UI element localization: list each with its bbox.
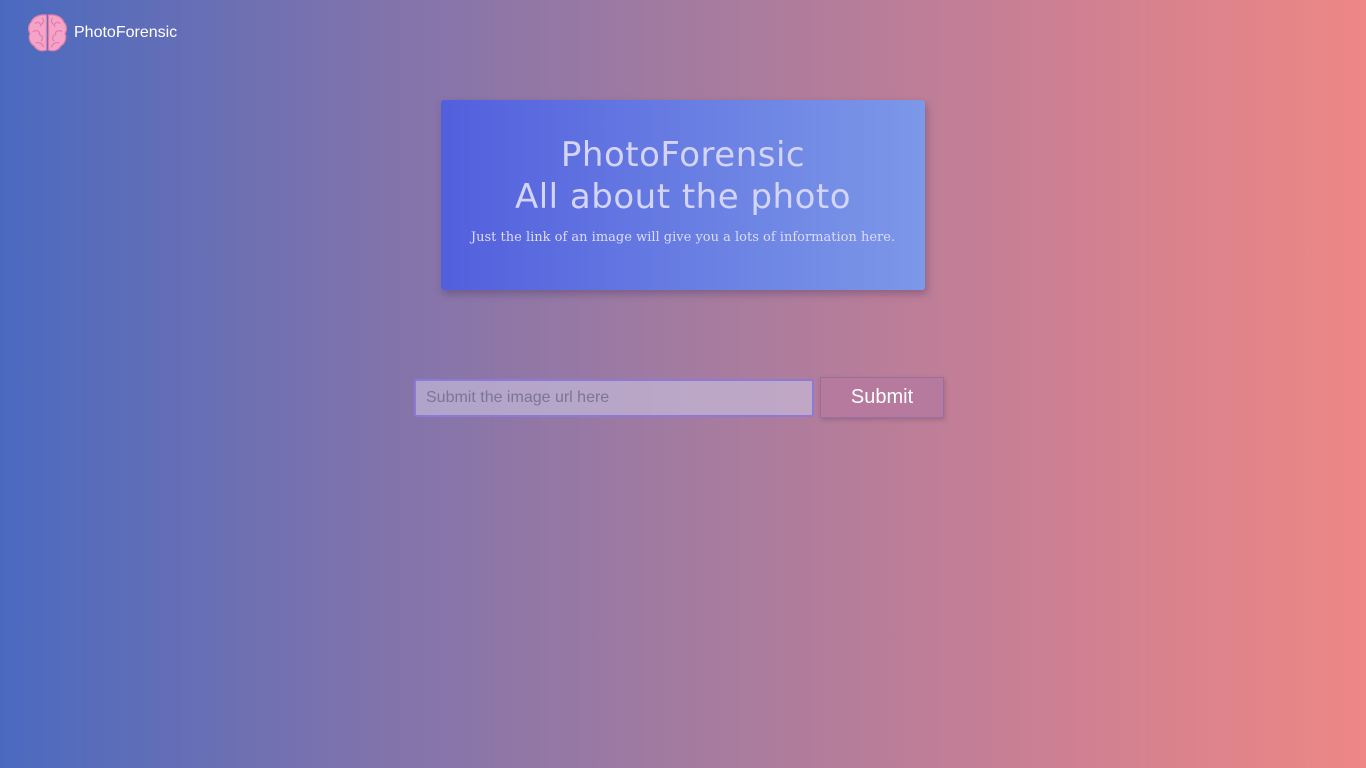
brand-name[interactable]: PhotoForensic	[74, 24, 177, 42]
submit-button[interactable]: Submit	[820, 377, 944, 418]
url-submit-form: Submit	[414, 377, 944, 418]
brain-icon	[28, 14, 67, 52]
brand[interactable]: PhotoForensic	[27, 12, 177, 53]
hero-card: PhotoForensic All about the photo Just t…	[441, 100, 925, 290]
hero-subtitle: All about the photo	[514, 177, 852, 217]
hero-tagline: Just the link of an image will give you …	[470, 230, 896, 245]
image-url-input[interactable]	[414, 378, 814, 417]
hero-title: PhotoForensic	[560, 135, 806, 175]
